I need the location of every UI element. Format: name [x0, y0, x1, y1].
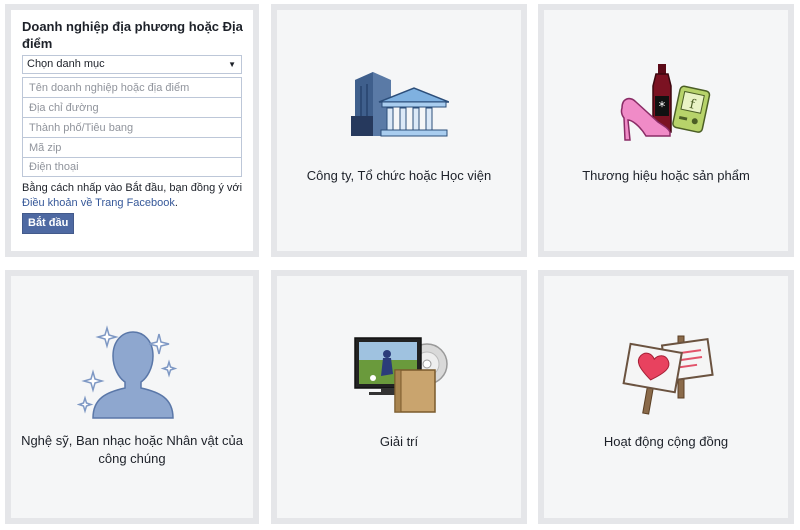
start-button[interactable]: Bắt đầu — [22, 213, 75, 234]
artist-silhouette-icon — [77, 325, 178, 419]
local-business-title: Doanh nghiệp địa phương hoặc Địa điểm — [22, 19, 243, 51]
category-card-entertainment[interactable]: Giải trí — [271, 270, 527, 524]
zip-input[interactable] — [22, 137, 242, 157]
category-label: Công ty, Tổ chức hoặc Học viện — [306, 168, 492, 183]
dropdown-arrow-icon: ▼ — [228, 60, 236, 69]
entertainment-media-icon — [354, 337, 448, 413]
company-building-icon — [351, 72, 449, 137]
phone-input[interactable] — [22, 157, 242, 177]
terms-prefix: Bằng cách nhấp vào Bắt đầu, bạn đồng ý v… — [22, 182, 243, 194]
category-card-community[interactable]: Hoạt động cộng đồng — [538, 270, 794, 524]
category-card-artist[interactable]: Nghệ sỹ, Ban nhạc hoặc Nhân vật của công… — [5, 270, 259, 524]
terms-suffix: . — [174, 197, 178, 209]
brand-product-icon: * f — [620, 64, 711, 141]
category-label: Thương hiệu hoặc sản phẩm — [582, 168, 750, 183]
category-select[interactable]: Chọn danh mục ▼ — [22, 55, 242, 74]
category-label: Giải trí — [379, 434, 419, 449]
local-business-form: Doanh nghiệp địa phương hoặc Địa điểm Ch… — [22, 18, 248, 234]
category-label: Hoạt động cộng đồng — [603, 434, 729, 449]
category-card-brand[interactable]: * f Thương hiệu hoặc sản phẩm — [538, 4, 794, 257]
category-card-company[interactable]: Công ty, Tổ chức hoặc Học viện — [271, 4, 527, 257]
svg-text:*: * — [659, 100, 666, 115]
city-state-input[interactable] — [22, 117, 242, 137]
business-name-input[interactable] — [22, 77, 242, 97]
local-business-card: Doanh nghiệp địa phương hoặc Địa điểm Ch… — [5, 4, 259, 257]
terms-link[interactable]: Điều khoản về Trang Facebook — [22, 197, 175, 209]
terms-text: Bằng cách nhấp vào Bắt đầu, bạn đồng ý v… — [22, 181, 248, 211]
community-signs-icon — [622, 335, 714, 415]
address-input[interactable] — [22, 97, 242, 117]
category-label: Nghệ sỹ, Ban nhạc hoặc Nhân vật của công… — [21, 433, 243, 466]
category-select-value: Chọn danh mục — [27, 58, 105, 70]
